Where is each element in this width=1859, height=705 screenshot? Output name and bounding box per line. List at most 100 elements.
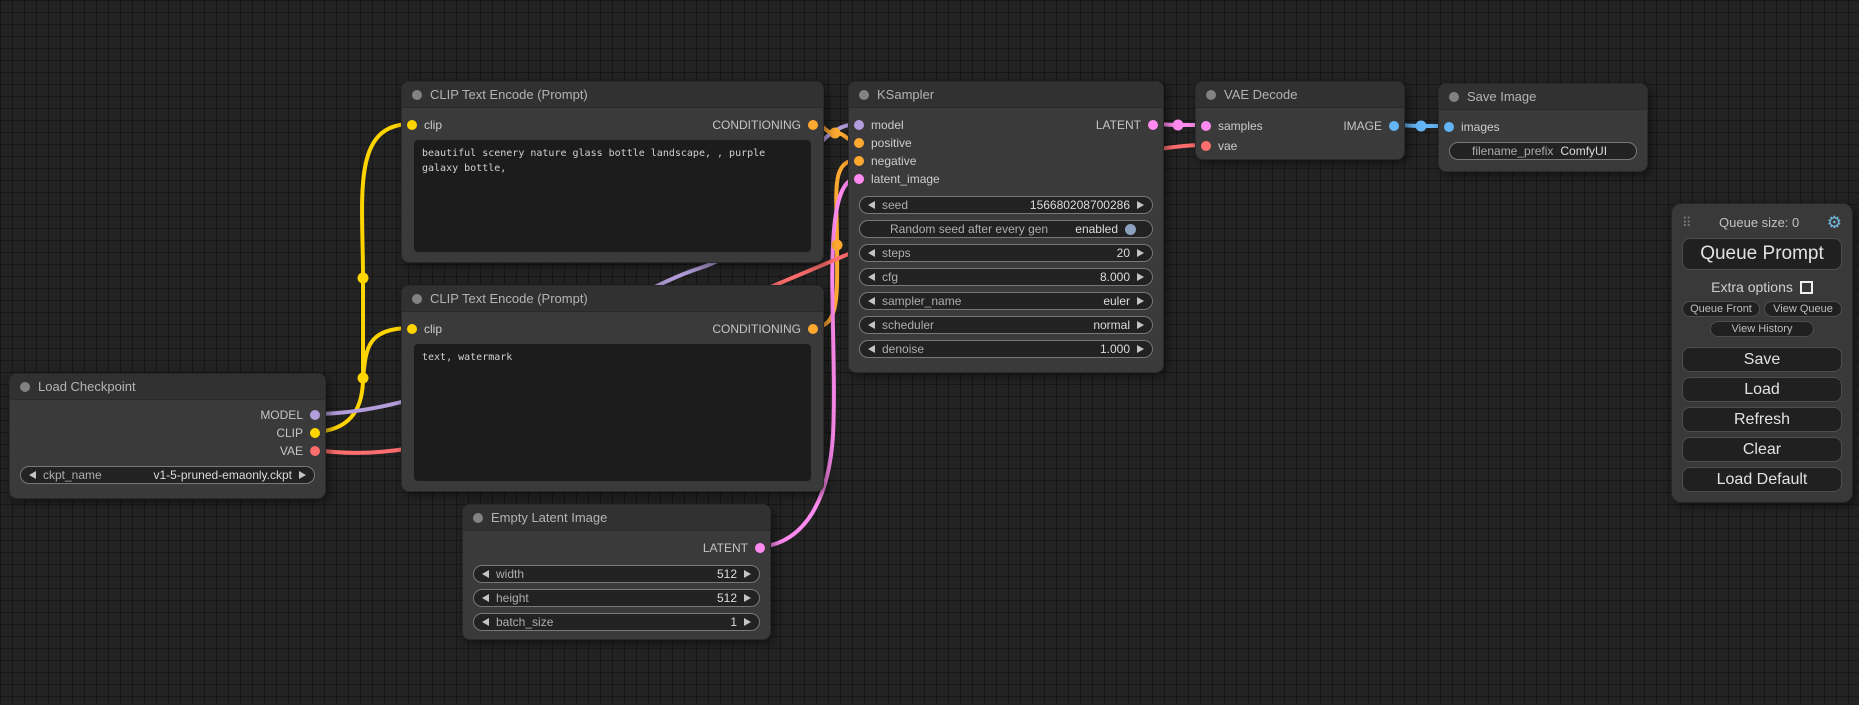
clip-input-slot[interactable] (407, 324, 417, 334)
widget-steps[interactable]: steps 20 (859, 244, 1153, 262)
decrement-arrow-icon[interactable] (868, 297, 875, 305)
decrement-arrow-icon[interactable] (29, 471, 36, 479)
decrement-arrow-icon[interactable] (482, 618, 489, 626)
collapse-dot-icon[interactable] (412, 294, 422, 304)
node-clip-text-encode-positive[interactable]: CLIP Text Encode (Prompt) clip CONDITION… (401, 81, 824, 263)
collapse-dot-icon[interactable] (1449, 92, 1459, 102)
node-title-bar[interactable]: CLIP Text Encode (Prompt) (402, 286, 823, 312)
increment-arrow-icon[interactable] (299, 471, 306, 479)
widget-filename-prefix[interactable]: filename_prefix ComfyUI (1449, 142, 1637, 160)
increment-arrow-icon[interactable] (1137, 249, 1144, 257)
queue-front-button[interactable]: Queue Front (1682, 301, 1760, 317)
widget-label: seed (882, 198, 908, 212)
conditioning-output-slot[interactable] (808, 324, 818, 334)
images-input-slot[interactable] (1444, 122, 1454, 132)
node-clip-text-encode-negative[interactable]: CLIP Text Encode (Prompt) clip CONDITION… (401, 285, 824, 492)
increment-arrow-icon[interactable] (1137, 297, 1144, 305)
decrement-arrow-icon[interactable] (868, 345, 875, 353)
node-title-bar[interactable]: Load Checkpoint (10, 374, 325, 400)
increment-arrow-icon[interactable] (1137, 273, 1144, 281)
widget-batch-size[interactable]: batch_size 1 (473, 613, 760, 631)
slot-row-samples: samples IMAGE (1196, 116, 1404, 136)
reroute-dot[interactable] (358, 373, 369, 384)
node-empty-latent-image[interactable]: Empty Latent Image LATENT width 512 heig… (462, 504, 771, 640)
widget-seed[interactable]: seed 156680208700286 (859, 196, 1153, 214)
widget-height[interactable]: height 512 (473, 589, 760, 607)
latent-output-slot[interactable] (755, 543, 765, 553)
node-load-checkpoint[interactable]: Load Checkpoint MODEL CLIP VAE ckpt_name… (9, 373, 326, 499)
vae-output-slot[interactable] (310, 446, 320, 456)
node-title-bar[interactable]: Empty Latent Image (463, 505, 770, 531)
increment-arrow-icon[interactable] (1137, 201, 1144, 209)
widget-sampler-name[interactable]: sampler_name euler (859, 292, 1153, 310)
save-button[interactable]: Save (1682, 347, 1842, 372)
clear-button[interactable]: Clear (1682, 437, 1842, 462)
load-button[interactable]: Load (1682, 377, 1842, 402)
model-input-slot[interactable] (854, 120, 864, 130)
image-output-slot[interactable] (1389, 121, 1399, 131)
node-title-bar[interactable]: VAE Decode (1196, 82, 1404, 108)
settings-gear-icon[interactable]: ⚙ (1827, 214, 1842, 231)
reroute-dot[interactable] (358, 273, 369, 284)
prompt-textarea[interactable]: beautiful scenery nature glass bottle la… (414, 140, 811, 252)
decrement-arrow-icon[interactable] (482, 570, 489, 578)
collapse-dot-icon[interactable] (20, 382, 30, 392)
decrement-arrow-icon[interactable] (868, 201, 875, 209)
widget-value: 512 (717, 567, 737, 581)
extra-options-checkbox[interactable] (1800, 281, 1813, 294)
reroute-dot[interactable] (1173, 120, 1184, 131)
node-title-bar[interactable]: Save Image (1439, 84, 1647, 110)
increment-arrow-icon[interactable] (744, 618, 751, 626)
widget-random-seed-toggle[interactable]: Random seed after every gen enabled (859, 220, 1153, 238)
clip-output-slot[interactable] (310, 428, 320, 438)
widget-label: steps (882, 246, 911, 260)
reroute-dot[interactable] (830, 128, 841, 139)
input-label: model (871, 118, 904, 132)
load-default-button[interactable]: Load Default (1682, 467, 1842, 492)
increment-arrow-icon[interactable] (744, 570, 751, 578)
decrement-arrow-icon[interactable] (868, 321, 875, 329)
collapse-dot-icon[interactable] (1206, 90, 1216, 100)
view-history-button[interactable]: View History (1710, 321, 1814, 337)
node-save-image[interactable]: Save Image images filename_prefix ComfyU… (1438, 83, 1648, 172)
decrement-arrow-icon[interactable] (868, 249, 875, 257)
vae-input-slot[interactable] (1201, 141, 1211, 151)
node-title-bar[interactable]: CLIP Text Encode (Prompt) (402, 82, 823, 108)
positive-input-slot[interactable] (854, 138, 864, 148)
prompt-textarea[interactable]: text, watermark (414, 344, 811, 481)
widget-ckpt-name[interactable]: ckpt_name v1-5-pruned-emaonly.ckpt (20, 466, 315, 484)
drag-handle-icon[interactable]: ⠿ (1682, 216, 1692, 229)
collapse-dot-icon[interactable] (859, 90, 869, 100)
widget-label: cfg (882, 270, 898, 284)
reroute-dot[interactable] (1416, 121, 1427, 132)
increment-arrow-icon[interactable] (1137, 345, 1144, 353)
view-queue-button[interactable]: View Queue (1764, 301, 1842, 317)
decrement-arrow-icon[interactable] (482, 594, 489, 602)
model-output-slot[interactable] (310, 410, 320, 420)
node-ksampler[interactable]: KSampler model LATENT positive negative … (848, 81, 1164, 373)
toggle-knob-icon[interactable] (1125, 224, 1136, 235)
node-title-bar[interactable]: KSampler (849, 82, 1163, 108)
input-label: latent_image (871, 172, 940, 186)
decrement-arrow-icon[interactable] (868, 273, 875, 281)
refresh-button[interactable]: Refresh (1682, 407, 1842, 432)
reroute-dot[interactable] (832, 240, 843, 251)
increment-arrow-icon[interactable] (744, 594, 751, 602)
collapse-dot-icon[interactable] (412, 90, 422, 100)
widget-denoise[interactable]: denoise 1.000 (859, 340, 1153, 358)
latent-output-slot[interactable] (1148, 120, 1158, 130)
latent-image-input-slot[interactable] (854, 174, 864, 184)
samples-input-slot[interactable] (1201, 121, 1211, 131)
node-vae-decode[interactable]: VAE Decode samples IMAGE vae (1195, 81, 1405, 160)
widget-width[interactable]: width 512 (473, 565, 760, 583)
widget-cfg[interactable]: cfg 8.000 (859, 268, 1153, 286)
increment-arrow-icon[interactable] (1137, 321, 1144, 329)
queue-prompt-button[interactable]: Queue Prompt (1682, 238, 1842, 270)
conditioning-output-slot[interactable] (808, 120, 818, 130)
node-title: Save Image (1467, 89, 1536, 104)
clip-input-slot[interactable] (407, 120, 417, 130)
collapse-dot-icon[interactable] (473, 513, 483, 523)
widget-scheduler[interactable]: scheduler normal (859, 316, 1153, 334)
input-label: clip (424, 322, 442, 336)
negative-input-slot[interactable] (854, 156, 864, 166)
